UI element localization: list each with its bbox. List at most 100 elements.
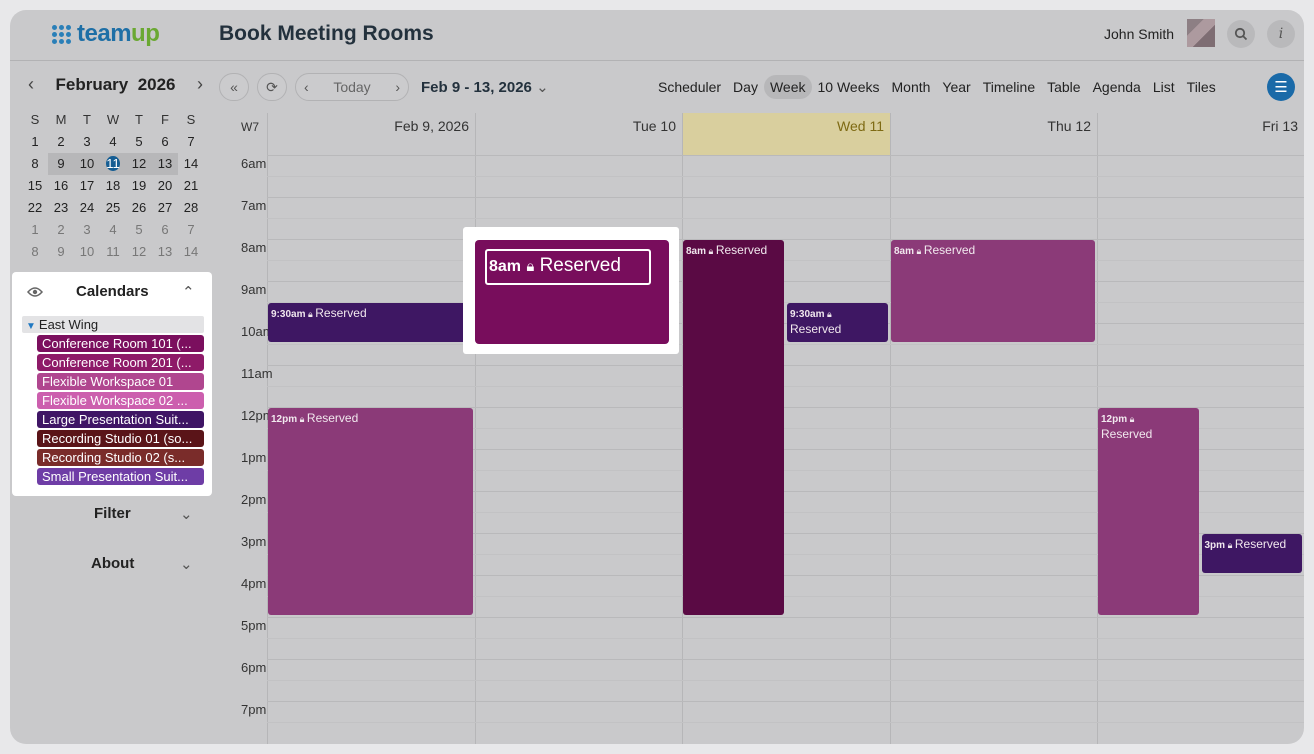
popover-event[interactable]: 8am 🔒︎ Reserved xyxy=(475,240,669,344)
mini-calendar-day[interactable]: 7 xyxy=(178,219,204,241)
mini-calendar-day[interactable]: 4 xyxy=(100,219,126,241)
view-tab[interactable]: Scheduler xyxy=(652,75,727,99)
mini-calendar-day[interactable]: 1 xyxy=(22,131,48,153)
view-tab[interactable]: 10 Weeks xyxy=(812,75,886,99)
calendar-event[interactable]: 9:30am 🔒︎ Reserved xyxy=(268,303,473,342)
view-tab[interactable]: Year xyxy=(936,75,976,99)
day-header[interactable]: Thu 12 xyxy=(890,113,1097,155)
calendar-group-east-wing[interactable]: ▼ East Wing xyxy=(22,316,204,333)
mini-calendar-day[interactable]: 11 xyxy=(100,241,126,263)
mini-calendar-day[interactable]: 14 xyxy=(178,153,204,175)
hour-label: 2pm xyxy=(241,492,267,507)
mini-calendar-day[interactable]: 6 xyxy=(152,219,178,241)
user-name[interactable]: John Smith xyxy=(1104,26,1174,42)
mini-calendar-day[interactable]: 28 xyxy=(178,197,204,219)
today-button[interactable]: Today xyxy=(333,79,370,95)
calendar-item[interactable]: Large Presentation Suit... xyxy=(37,411,204,428)
menu-button[interactable]: ☰ xyxy=(1267,73,1295,101)
mini-calendar-day[interactable]: 10 xyxy=(74,241,100,263)
view-tab[interactable]: List xyxy=(1147,75,1181,99)
mini-calendar-day[interactable]: 23 xyxy=(48,197,74,219)
mini-calendar-day[interactable]: 6 xyxy=(152,131,178,153)
logo-dots-icon xyxy=(52,24,71,44)
event-title: Reserved xyxy=(1101,427,1153,441)
mini-calendar-day[interactable]: 16 xyxy=(48,175,74,197)
calendar-event[interactable]: 8am 🔒︎ Reserved xyxy=(891,240,1095,342)
mini-calendar-day[interactable]: 8 xyxy=(22,153,48,175)
mini-calendar-day[interactable]: 10 xyxy=(74,153,100,175)
avatar[interactable] xyxy=(1187,19,1215,47)
calendar-item[interactable]: Flexible Workspace 02 ... xyxy=(37,392,204,409)
calendar-event[interactable]: 12pm 🔒︎ Reserved xyxy=(1098,408,1199,615)
calendar-item[interactable]: Flexible Workspace 01 xyxy=(37,373,204,390)
mini-calendar-day[interactable]: 17 xyxy=(74,175,100,197)
mini-calendar-day[interactable]: 19 xyxy=(126,175,152,197)
refresh-button[interactable]: ⟳ xyxy=(257,73,287,101)
mini-calendar-day[interactable]: 9 xyxy=(48,241,74,263)
view-tab[interactable]: Timeline xyxy=(977,75,1041,99)
mini-calendar-day[interactable]: 21 xyxy=(178,175,204,197)
calendar-item[interactable]: Conference Room 101 (... xyxy=(37,335,204,352)
mini-calendar-day[interactable]: 13 xyxy=(152,241,178,263)
calendar-item[interactable]: Small Presentation Suit... xyxy=(37,468,204,485)
mini-calendar-day[interactable]: 7 xyxy=(178,131,204,153)
mini-calendar-day[interactable]: 25 xyxy=(100,197,126,219)
mini-calendar-day[interactable]: 24 xyxy=(74,197,100,219)
view-tab[interactable]: Agenda xyxy=(1087,75,1147,99)
prev-week-icon[interactable]: ‹ xyxy=(304,79,309,95)
calendar-item[interactable]: Recording Studio 01 (so... xyxy=(37,430,204,447)
next-month-icon[interactable]: › xyxy=(197,74,203,95)
date-range-select[interactable]: Feb 9 - 13, 2026 ⌄ xyxy=(421,78,549,96)
mini-calendar-day[interactable]: 27 xyxy=(152,197,178,219)
mini-calendar-day[interactable]: 11 xyxy=(100,153,126,175)
info-button[interactable]: i xyxy=(1267,20,1295,48)
mini-calendar-day[interactable]: 14 xyxy=(178,241,204,263)
mini-calendar-day[interactable]: 13 xyxy=(152,153,178,175)
calendar-event[interactable]: 8am 🔒︎ Reserved xyxy=(683,240,784,615)
today-marker[interactable]: 11 xyxy=(106,156,120,171)
mini-calendar-day[interactable]: 26 xyxy=(126,197,152,219)
jump-back-button[interactable]: « xyxy=(219,73,249,101)
calendar-event[interactable]: 3pm 🔒︎ Reserved xyxy=(1201,534,1302,573)
calendars-title[interactable]: Calendars xyxy=(76,283,149,300)
event-popover: 8am 🔒︎ Reserved xyxy=(463,227,679,354)
mini-calendar-day[interactable]: 20 xyxy=(152,175,178,197)
teamup-logo[interactable]: teamup xyxy=(52,20,160,48)
mini-calendar-day[interactable]: 22 xyxy=(22,197,48,219)
mini-calendar-day[interactable]: 1 xyxy=(22,219,48,241)
mini-calendar-day[interactable]: 5 xyxy=(126,131,152,153)
day-header[interactable]: Fri 13 xyxy=(1097,113,1304,155)
mini-calendar-day[interactable]: 12 xyxy=(126,241,152,263)
day-header[interactable]: Wed 11 xyxy=(682,113,890,155)
mini-calendar-day[interactable]: 12 xyxy=(126,153,152,175)
calendar-event[interactable]: 12pm 🔒︎ Reserved xyxy=(268,408,473,615)
mini-calendar-day[interactable]: 2 xyxy=(48,219,74,241)
popover-event-label[interactable]: 8am 🔒︎ Reserved xyxy=(485,249,651,285)
view-tab[interactable]: Tiles xyxy=(1181,75,1222,99)
mini-calendar-day[interactable]: 15 xyxy=(22,175,48,197)
mini-calendar-day[interactable]: 9 xyxy=(48,153,74,175)
chevron-up-icon[interactable]: ⌃ xyxy=(182,283,195,301)
view-tab[interactable]: Table xyxy=(1041,75,1086,99)
mini-calendar-day[interactable]: 3 xyxy=(74,131,100,153)
next-week-icon[interactable]: › xyxy=(395,79,400,95)
mini-calendar-day[interactable]: 8 xyxy=(22,241,48,263)
view-tab[interactable]: Month xyxy=(886,75,937,99)
prev-month-icon[interactable]: ‹ xyxy=(28,74,34,95)
mini-calendar-day[interactable]: 3 xyxy=(74,219,100,241)
day-header[interactable]: Tue 10 xyxy=(475,113,682,155)
mini-calendar-day[interactable]: 18 xyxy=(100,175,126,197)
calendar-item[interactable]: Recording Studio 02 (s... xyxy=(37,449,204,466)
day-header[interactable]: Feb 9, 2026 xyxy=(267,113,475,155)
mini-calendar-day[interactable]: 2 xyxy=(48,131,74,153)
mini-calendar-day[interactable]: 5 xyxy=(126,219,152,241)
half-hour-line xyxy=(267,176,1304,177)
mini-calendar-day[interactable]: 4 xyxy=(100,131,126,153)
eye-icon[interactable] xyxy=(27,285,43,301)
calendar-item[interactable]: Conference Room 201 (... xyxy=(37,354,204,371)
view-tab[interactable]: Week xyxy=(763,75,812,99)
search-button[interactable] xyxy=(1227,20,1255,48)
calendar-event[interactable]: 9:30am 🔒︎ Reserved xyxy=(787,303,888,342)
view-tab[interactable]: Day xyxy=(727,75,764,99)
mini-calendar-month[interactable]: February 2026 xyxy=(55,75,175,95)
